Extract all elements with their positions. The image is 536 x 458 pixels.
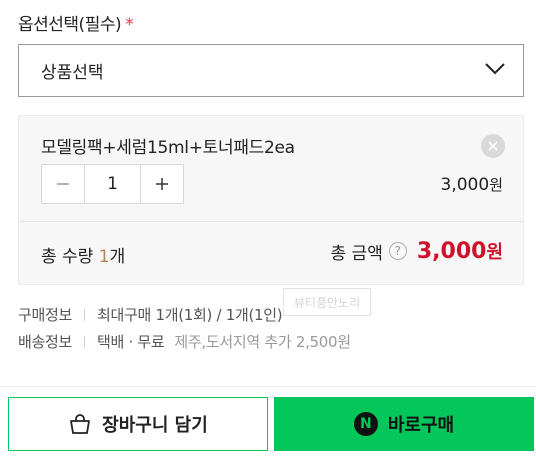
chevron-down-icon [485,63,505,75]
total-amount-unit: 원 [486,242,503,263]
purchase-info-row: 구매정보 최대구매 1개(1회) / 1개(1인) [18,304,283,325]
decrease-button[interactable] [42,165,84,203]
total-quantity-number: 1 [98,247,110,267]
shipping-info-row: 배송정보 택배 · 무료 제주,도서지역 추가 2,500원 [18,331,351,352]
watermark: 뷰티풍만노리 [283,288,371,316]
required-mark: * [125,15,134,35]
option-label-text: 옵션선택(필수) [18,15,122,35]
option-select[interactable]: 상품선택 [18,44,524,97]
option-select-value: 상품선택 [41,63,104,83]
quantity-stepper: 1 [41,164,184,204]
shopping-bag-icon [70,414,91,434]
total-quantity-prefix: 총 수량 [41,247,99,267]
purchase-info-value: 최대구매 1개(1회) / 1개(1인) [97,306,283,324]
buy-now-label: 바로구매 [387,415,455,436]
total-quantity-suffix: 개 [109,247,126,267]
option-label: 옵션선택(필수) * [18,10,134,35]
total-amount-label: 총 금액 [330,243,383,264]
total-amount-price: 3,000원 [417,238,503,264]
separator [84,308,86,321]
buy-now-button[interactable]: N 바로구매 [274,397,534,451]
item-name: 모델링팩+세럼15ml+토너패드2ea [41,138,295,158]
divider [19,221,523,222]
minus-icon [57,183,69,185]
divider [0,386,536,387]
shipping-info-sub: 제주,도서지역 추가 2,500원 [174,333,351,351]
total-amount: 총 금액 ? 3,000원 [331,238,503,264]
item-price: 3,000원 [441,174,503,195]
remove-item-button[interactable] [481,134,505,158]
total-quantity: 총 수량 1개 [41,242,125,267]
item-price-unit: 원 [489,176,503,194]
purchase-info-label: 구매정보 [18,306,73,324]
total-amount-value: 3,000 [416,239,487,264]
close-icon [488,141,498,151]
quantity-input[interactable]: 1 [84,165,141,203]
help-icon[interactable]: ? [388,242,407,260]
plus-icon [156,178,168,190]
add-to-cart-button[interactable]: 장바구니 담기 [8,397,268,451]
naver-pay-logo-icon: N [353,412,378,436]
separator [84,335,86,348]
shipping-info-label: 배송정보 [18,333,73,351]
selected-item: 모델링팩+세럼15ml+토너패드2ea 1 3,000원 총 수량 1개 총 금… [18,115,524,285]
increase-button[interactable] [141,165,183,203]
shipping-info-value: 택배 · 무료 [97,333,165,351]
item-price-value: 3,000 [440,175,490,195]
add-to-cart-label: 장바구니 담기 [102,415,208,436]
